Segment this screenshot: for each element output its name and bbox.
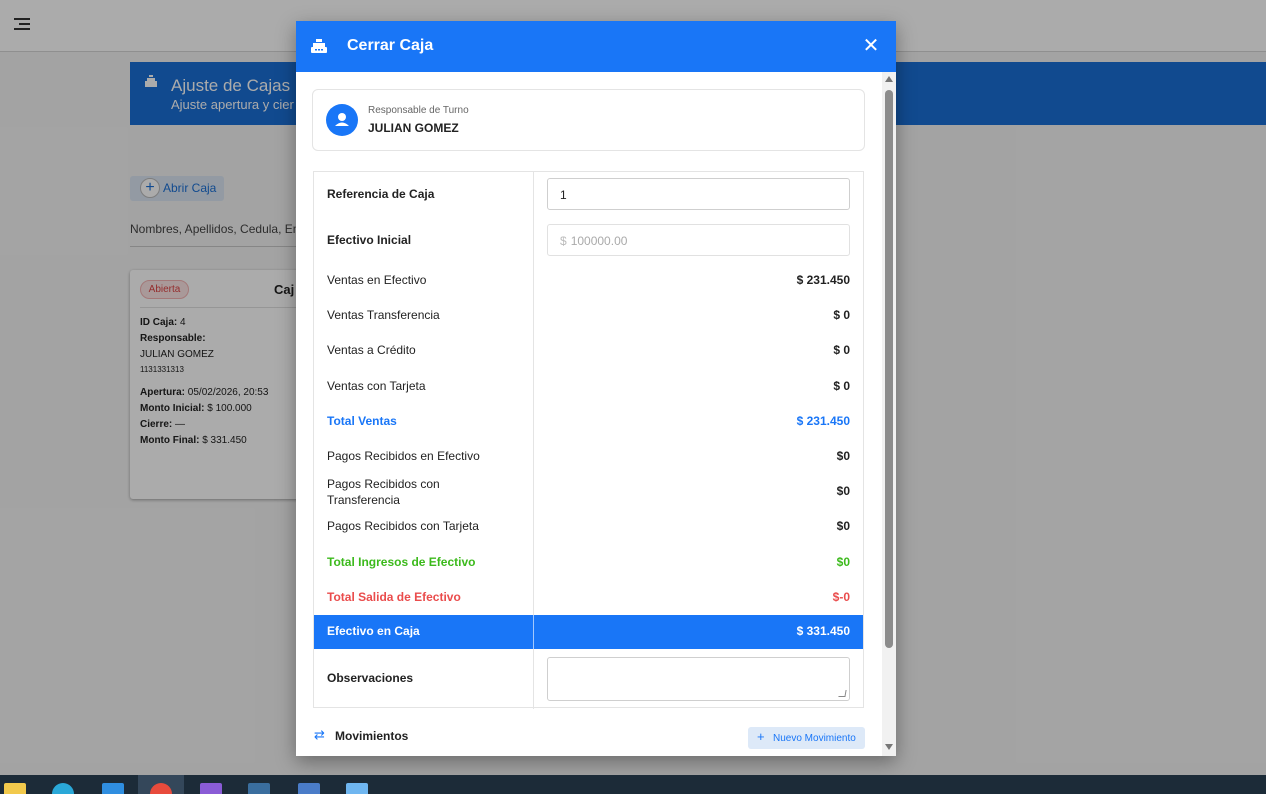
file-explorer-icon[interactable]	[4, 783, 26, 794]
modal-title: Cerrar Caja	[347, 37, 434, 54]
vscode-icon[interactable]	[102, 783, 124, 794]
ventas-tarjeta-value: $ 0	[833, 379, 850, 393]
scroll-down-arrow-icon[interactable]	[885, 744, 893, 750]
pagos-transferencia-value: $0	[836, 484, 850, 498]
referencia-input[interactable]: 1	[547, 178, 850, 210]
referencia-label: Referencia de Caja	[327, 187, 435, 201]
ventas-transferencia-value: $ 0	[833, 308, 850, 322]
modal-scrollbar[interactable]	[882, 72, 896, 756]
close-cash-register-modal: Cerrar Caja ✕ Responsable de Turno JULIA…	[296, 21, 896, 756]
efectivo-inicial-label: Efectivo Inicial	[327, 233, 412, 247]
responsable-name: JULIAN GOMEZ	[368, 121, 459, 135]
ventas-efectivo-label: Ventas en Efectivo	[327, 273, 427, 287]
movimientos-title: Movimientos	[335, 729, 409, 743]
observaciones-label: Observaciones	[327, 671, 414, 685]
total-ingresos-value: $0	[836, 555, 850, 569]
efectivo-en-caja-row: Efectivo en Caja $ 331.450	[314, 615, 863, 649]
total-salida-value: $-0	[832, 590, 850, 604]
responsable-panel: Responsable de Turno JULIAN GOMEZ	[312, 89, 865, 151]
close-icon[interactable]: ✕	[862, 36, 880, 56]
mysql-workbench-icon[interactable]	[248, 783, 270, 794]
app-icon[interactable]	[200, 783, 222, 794]
modal-header: Cerrar Caja ✕	[296, 21, 896, 72]
plus-icon: +	[757, 729, 765, 744]
app-icon-3[interactable]	[346, 783, 368, 794]
nuevo-movimiento-label: Nuevo Movimiento	[773, 733, 856, 744]
observaciones-textarea[interactable]	[547, 657, 850, 701]
user-avatar-icon	[326, 104, 358, 136]
edge-icon[interactable]	[52, 783, 74, 794]
total-ventas-label: Total Ventas	[327, 414, 397, 428]
ventas-efectivo-value: $ 231.450	[796, 273, 850, 287]
swap-arrows-icon: ⇄	[314, 727, 325, 742]
ventas-credito-value: $ 0	[833, 343, 850, 357]
taskbar	[0, 775, 1266, 794]
responsable-label: Responsable de Turno	[368, 105, 469, 116]
efectivo-en-caja-label: Efectivo en Caja	[327, 624, 420, 638]
cash-register-icon	[311, 39, 327, 53]
pagos-efectivo-label: Pagos Recibidos en Efectivo	[327, 449, 480, 463]
efectivo-en-caja-value: $ 331.450	[796, 624, 850, 638]
summary-table: Referencia de Caja 1 Efectivo Inicial $1…	[313, 171, 864, 709]
ventas-tarjeta-label: Ventas con Tarjeta	[327, 379, 426, 393]
ventas-credito-label: Ventas a Crédito	[327, 343, 416, 357]
pagos-tarjeta-value: $0	[836, 519, 850, 533]
scrollbar-thumb[interactable]	[885, 90, 893, 648]
currency-prefix: $	[560, 234, 567, 248]
nuevo-movimiento-button[interactable]: + Nuevo Movimiento	[748, 727, 865, 749]
scroll-up-arrow-icon[interactable]	[885, 76, 893, 82]
efectivo-inicial-input: $100000.00	[547, 224, 850, 256]
ventas-transferencia-label: Ventas Transferencia	[327, 308, 440, 322]
row-divider	[533, 615, 534, 649]
total-ingresos-label: Total Ingresos de Efectivo	[327, 555, 476, 569]
pagos-tarjeta-label: Pagos Recibidos con Tarjeta	[327, 519, 479, 533]
modal-body: Responsable de Turno JULIAN GOMEZ Refere…	[296, 72, 896, 756]
efectivo-inicial-placeholder: 100000.00	[570, 234, 628, 248]
resize-handle-icon[interactable]	[838, 690, 847, 697]
total-salida-label: Total Salida de Efectivo	[327, 590, 461, 604]
total-ventas-value: $ 231.450	[796, 414, 850, 428]
pagos-efectivo-value: $0	[836, 449, 850, 463]
pagos-transferencia-label: Pagos Recibidos con Transferencia	[327, 477, 440, 507]
app-icon-2[interactable]	[298, 783, 320, 794]
